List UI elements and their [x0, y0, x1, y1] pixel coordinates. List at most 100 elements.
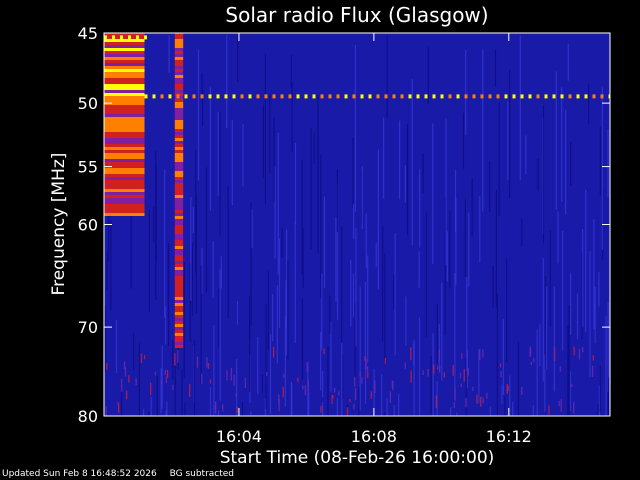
interference-dot	[440, 94, 444, 99]
emission-band-cell	[174, 288, 184, 291]
noise-streak	[155, 166, 157, 262]
noise-streak	[197, 49, 200, 181]
emission-band-cell	[174, 204, 184, 207]
noise-streak	[445, 118, 447, 266]
noise-band-streak	[244, 377, 246, 388]
emission-band-cell	[174, 138, 184, 141]
noise-streak	[281, 228, 283, 258]
emission-band-cell	[174, 54, 184, 57]
interference-dot	[336, 94, 340, 99]
spectrogram-plot-area	[104, 33, 610, 416]
noise-band-streak	[467, 368, 469, 377]
interference-dot	[392, 94, 396, 99]
noise-streak	[276, 285, 278, 364]
noise-streak	[570, 272, 572, 336]
noise-streak	[393, 404, 395, 416]
emission-band-cell	[174, 165, 184, 168]
emission-band-cell	[104, 42, 145, 45]
noise-band-streak	[558, 401, 560, 407]
emission-band-cell	[174, 303, 184, 306]
noise-streak	[365, 213, 367, 268]
emission-band-cell	[104, 141, 145, 144]
noise-streak	[183, 262, 185, 378]
noise-streak	[156, 376, 158, 416]
emission-band-cell	[104, 75, 145, 78]
emission-band-cell	[174, 87, 184, 90]
emission-band-cell	[174, 189, 184, 192]
noise-streak	[405, 296, 407, 346]
interference-dot	[360, 94, 364, 99]
noise-band-streak	[283, 373, 285, 378]
noise-streak	[330, 322, 332, 392]
interference-dot	[408, 94, 412, 99]
emission-band-cell	[104, 195, 145, 198]
interference-dot	[128, 35, 131, 40]
emission-band-cell	[174, 297, 184, 300]
x-tick-label: 16:04	[216, 427, 262, 446]
emission-band-cell	[104, 114, 145, 117]
noise-streak	[521, 219, 523, 247]
noise-band-streak	[230, 367, 232, 381]
interference-dot	[400, 94, 404, 99]
noise-streak	[302, 228, 304, 288]
noise-streak	[589, 251, 591, 378]
emission-band-cell	[174, 192, 184, 195]
noise-band-streak	[582, 346, 584, 353]
noise-streak	[272, 294, 274, 342]
spectrogram-figure: 45 50 55 60 70 80 16:04 16:08 16:12 Solar radio…	[0, 0, 640, 480]
noise-streak	[411, 79, 413, 246]
noise-band-streak	[366, 366, 369, 373]
noise-streak	[148, 411, 150, 416]
emission-band-cell	[104, 189, 145, 192]
emission-band-cell	[174, 234, 184, 237]
noise-streak	[361, 166, 363, 229]
noise-band-streak	[235, 393, 237, 397]
interference-dot	[480, 94, 484, 99]
noise-streak	[532, 405, 534, 416]
emission-band-cell	[174, 84, 184, 87]
interference-dot	[488, 94, 492, 99]
noise-band-streak	[482, 397, 484, 404]
noise-streak	[200, 266, 202, 385]
noise-band-streak	[472, 386, 474, 392]
noise-streak	[301, 159, 303, 275]
interference-dot	[472, 94, 476, 99]
noise-streak	[509, 69, 511, 199]
emission-band-cell	[104, 186, 145, 189]
noise-streak	[413, 339, 415, 365]
emission-band-cell	[104, 39, 145, 42]
noise-streak	[398, 394, 400, 416]
noise-streak	[450, 407, 452, 416]
emission-band-cell	[174, 312, 184, 315]
emission-band-cell	[174, 294, 184, 297]
emission-band-cell	[174, 150, 184, 153]
emission-band-cell	[174, 126, 184, 129]
noise-band-streak	[320, 405, 322, 413]
noise-streak	[212, 241, 214, 298]
noise-band-streak	[392, 381, 394, 391]
noise-streak	[367, 255, 369, 363]
noise-streak	[517, 341, 519, 416]
noise-streak	[106, 252, 108, 291]
noise-band-streak	[297, 377, 299, 382]
noise-streak	[181, 369, 183, 416]
noise-streak	[569, 371, 571, 411]
noise-band-streak	[453, 402, 455, 408]
noise-band-streak	[166, 370, 169, 379]
emission-band-cell	[174, 213, 184, 216]
noise-streak	[265, 303, 267, 410]
interference-dot	[320, 94, 324, 99]
noise-streak	[418, 317, 421, 416]
noise-band-streak	[437, 365, 439, 370]
noise-band-streak	[454, 388, 456, 401]
noise-streak	[350, 259, 352, 326]
emission-band-cell	[174, 279, 184, 282]
emission-band-cell	[104, 117, 145, 120]
noise-streak	[375, 243, 377, 268]
interference-dot	[112, 35, 115, 40]
y-tick-label: 50	[78, 94, 98, 113]
emission-band-cell	[104, 174, 145, 177]
emission-band-cell	[174, 144, 184, 147]
noise-streak	[377, 149, 379, 290]
interference-dot	[568, 94, 572, 99]
